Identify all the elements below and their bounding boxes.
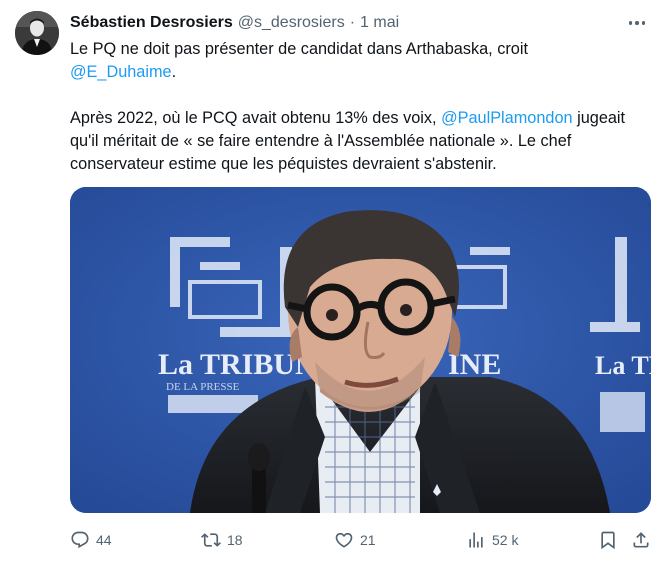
backdrop-subtext: DE LA PRESSE (166, 381, 240, 393)
views-count: 52 k (492, 532, 519, 548)
views-icon (469, 532, 483, 548)
mention-link[interactable]: @E_Duhaime (70, 63, 172, 81)
author-handle[interactable]: @s_desrosiers (238, 14, 345, 32)
share-button[interactable] (631, 526, 651, 554)
avatar-image (15, 11, 59, 55)
backdrop-text-right: La TRIB (595, 351, 651, 380)
tweet-text: Le PQ ne doit pas présenter de candidat … (70, 38, 655, 176)
tweet-paragraph-1: Le PQ ne doit pas présenter de candidat … (70, 38, 655, 84)
repost-count: 18 (227, 532, 243, 548)
share-icon (633, 532, 649, 548)
action-bar: 44 18 21 52 k (70, 526, 655, 554)
reply-button[interactable]: 44 (70, 526, 112, 554)
text-segment: Après 2022, où le PCQ avait obtenu 13% d… (70, 109, 442, 127)
mention-link[interactable]: @PaulPlamondon (441, 109, 572, 127)
bookmark-button[interactable] (598, 526, 618, 554)
text-segment: . (171, 63, 177, 81)
like-button[interactable]: 21 (334, 526, 376, 554)
tweet-header: Sébastien Desrosiers @s_desrosiers · 1 m… (70, 11, 399, 35)
like-icon (335, 532, 353, 548)
bookmark-icon (601, 531, 615, 550)
tweet-date[interactable]: 1 mai (360, 14, 399, 32)
avatar[interactable] (15, 11, 59, 55)
reply-count: 44 (96, 532, 112, 548)
reply-icon (71, 531, 89, 549)
views-button[interactable]: 52 k (466, 526, 518, 554)
like-count: 21 (360, 532, 376, 548)
separator: · (349, 14, 356, 31)
author-name[interactable]: Sébastien Desrosiers (70, 14, 233, 32)
tweet-photo[interactable]: La TRIBUNE DE LA PRESSE INE La TRIB (70, 187, 651, 513)
repost-button[interactable]: 18 (201, 526, 243, 554)
tweet-paragraph-2: Après 2022, où le PCQ avait obtenu 13% d… (70, 107, 655, 176)
text-segment: Le PQ ne doit pas présenter de candidat … (70, 40, 528, 58)
photo-illustration: La TRIBUNE DE LA PRESSE INE La TRIB (70, 187, 651, 513)
tweet[interactable]: Sébastien Desrosiers @s_desrosiers · 1 m… (0, 0, 662, 564)
repost-icon (201, 533, 221, 547)
more-icon[interactable] (626, 13, 648, 33)
